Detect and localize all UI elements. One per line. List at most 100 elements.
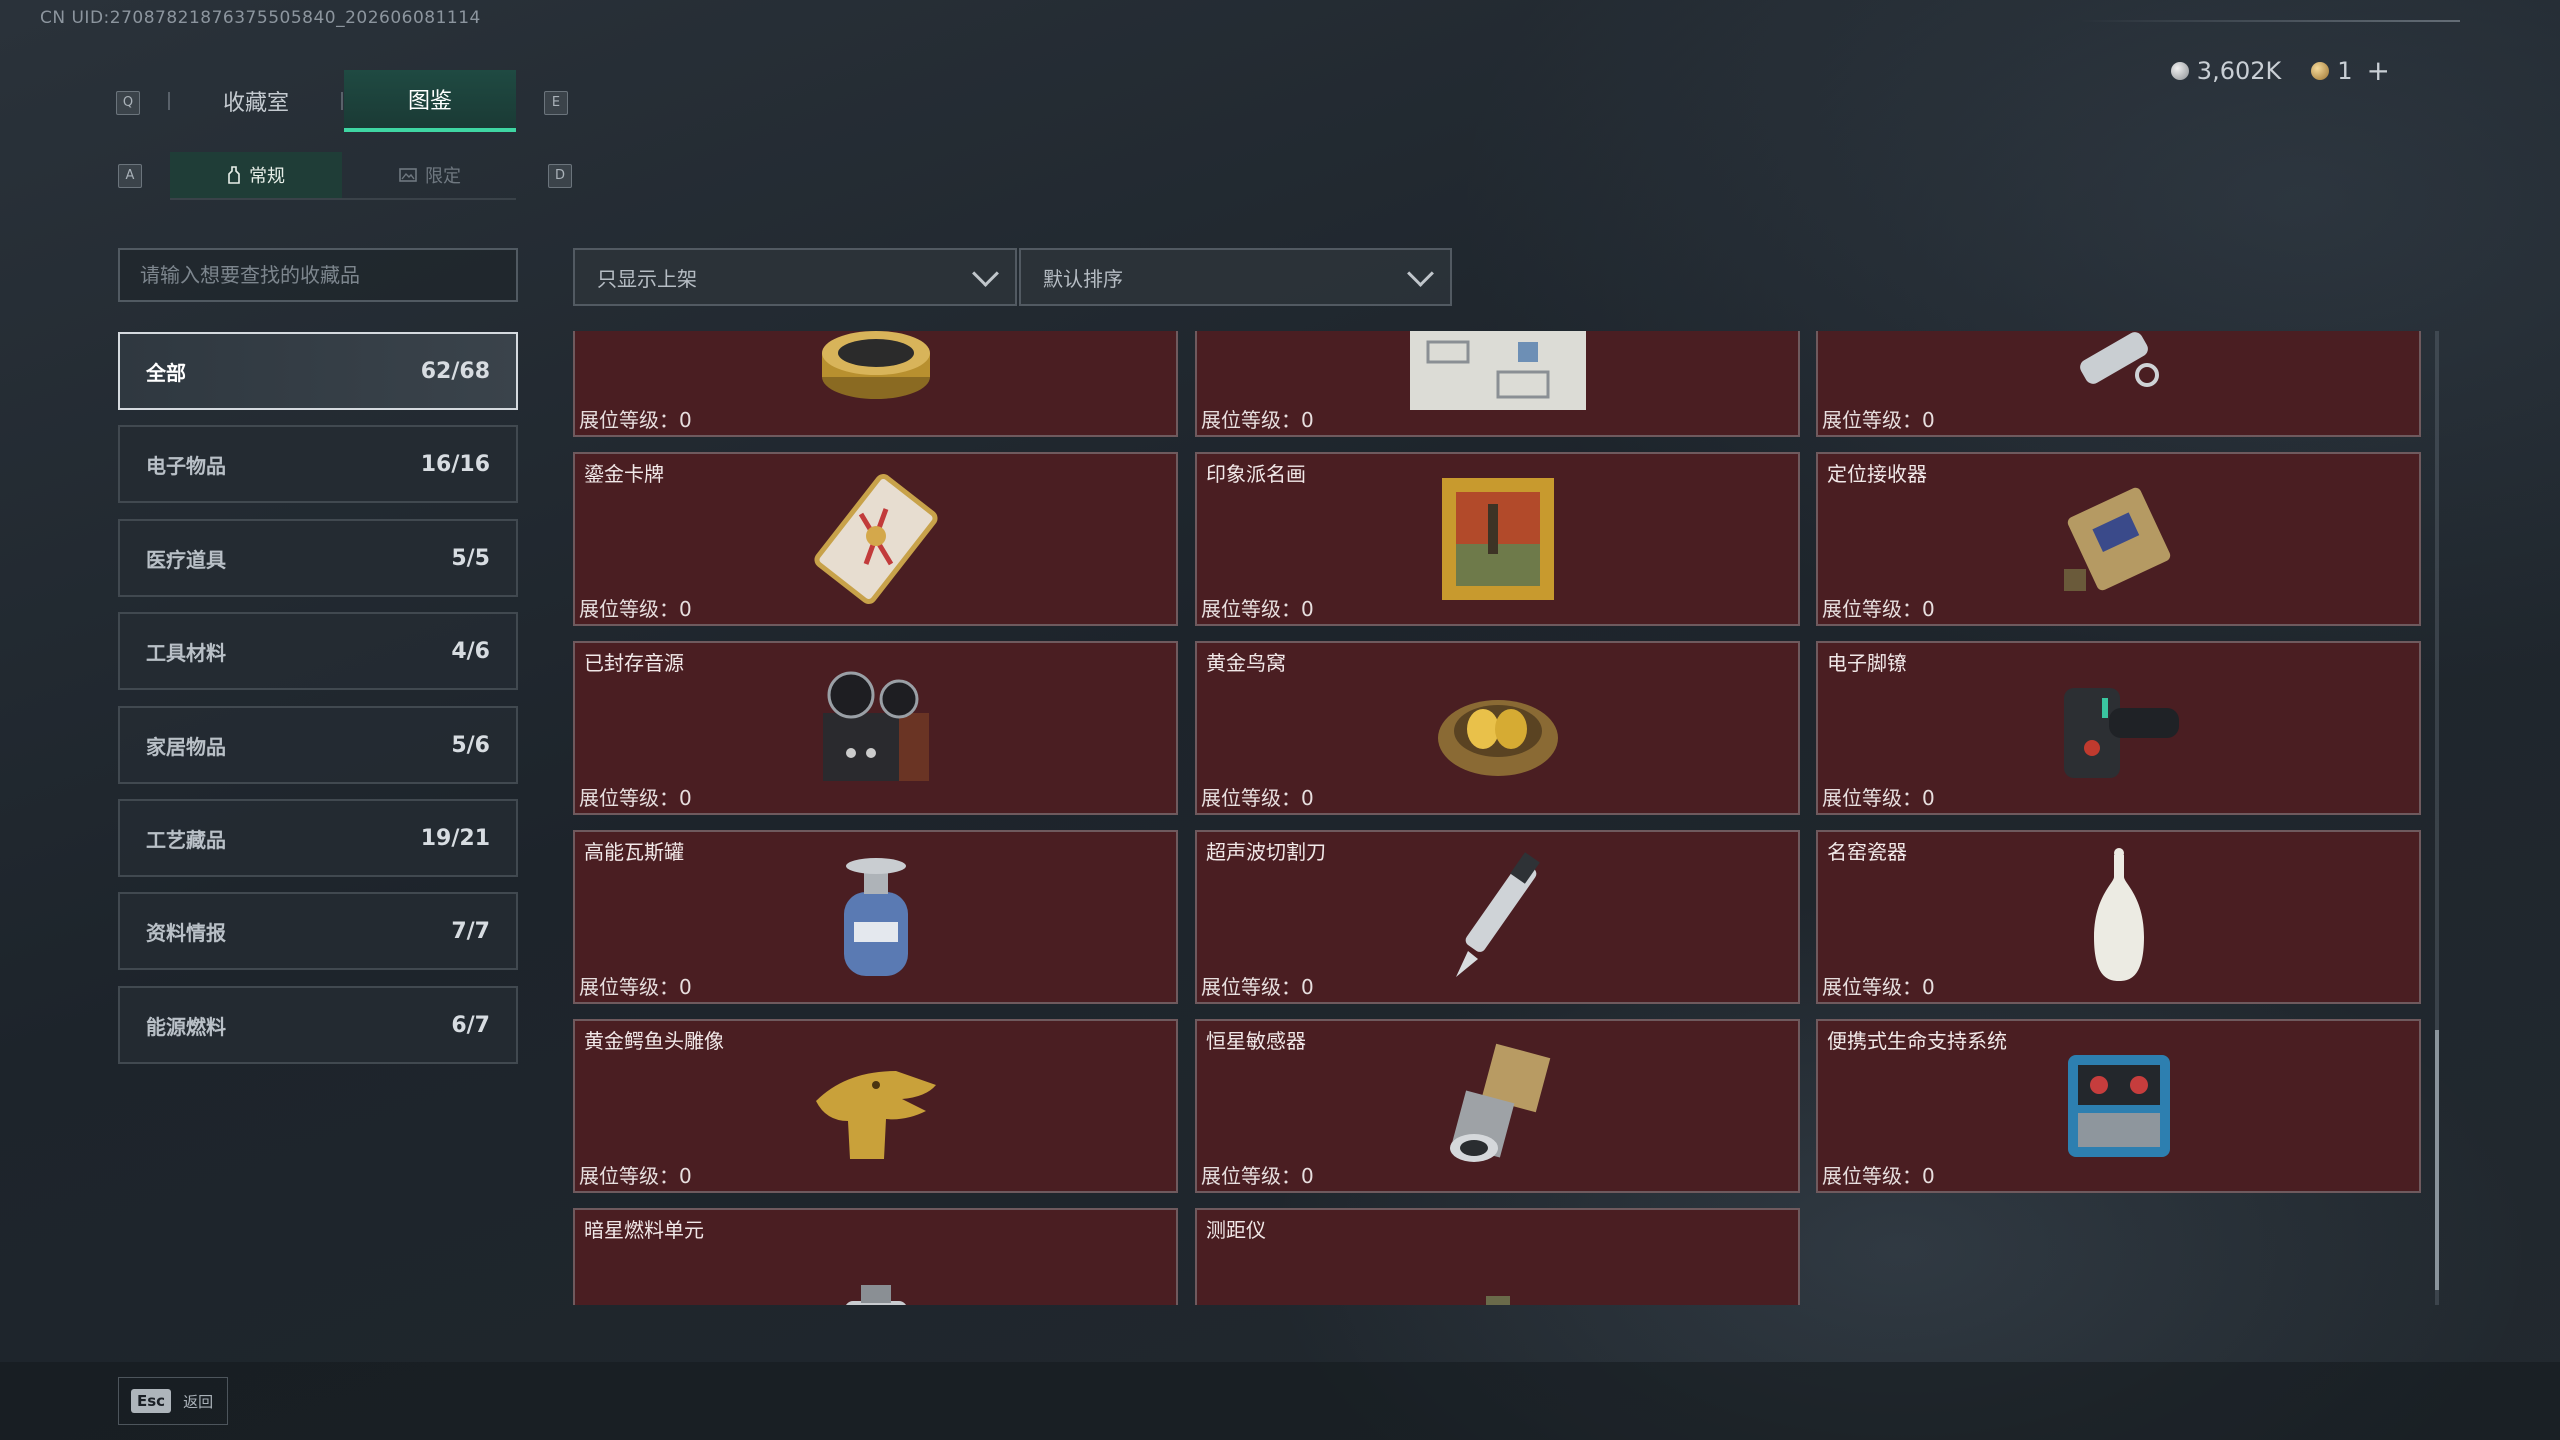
tab-limited-label: 限定 (425, 166, 461, 187)
item-name: 印象派名画 (1206, 462, 1306, 486)
gold-coin-icon (2311, 61, 2330, 80)
sort-dropdown[interactable]: 默认排序 (1019, 248, 1452, 306)
sub-tab-divider (170, 198, 516, 200)
display-filter-dropdown[interactable]: 只显示上架 (573, 248, 1017, 306)
porcelain-vase-icon (2093, 848, 2144, 981)
category-count: 4/6 (451, 638, 490, 664)
item-name: 电子脚镣 (1827, 651, 1907, 675)
item-card[interactable]: 超声波切割刀 展位等级：0 (1195, 830, 1800, 1004)
category-count: 62/68 (420, 358, 490, 384)
category-household[interactable]: 家居物品 5/6 (118, 706, 518, 784)
player-uid: CN UID:270878218763755058​40_20260608111… (40, 8, 481, 28)
category-intel[interactable]: 资料情报 7/7 (118, 892, 518, 970)
item-card[interactable]: 恒星敏感器 展位等级：0 (1195, 1019, 1800, 1193)
category-count: 7/7 (451, 918, 490, 944)
item-level: 展位等级：0 (579, 1164, 692, 1188)
item-level: 展位等级：0 (579, 975, 692, 999)
item-card[interactable]: 测距仪 (1195, 1208, 1800, 1305)
ticket-balance[interactable]: 1 + (2311, 54, 2390, 87)
item-level: 展位等级：0 (579, 408, 692, 432)
item-level: 展位等级：0 (1201, 408, 1314, 432)
back-label: 返回 (183, 1392, 214, 1411)
item-name: 超声波切割刀 (1206, 840, 1326, 864)
item-card[interactable]: 黄金鸟窝 展位等级：0 (1195, 641, 1800, 815)
item-card[interactable]: 电子脚镣 展位等级：0 (1816, 641, 2421, 815)
coin-amount: 3,602K (2196, 56, 2282, 85)
item-name: 暗星燃料单元 (584, 1218, 704, 1242)
tab-divider (341, 92, 343, 110)
category-label: 工具材料 (146, 640, 226, 665)
add-currency-icon[interactable]: + (2367, 54, 2390, 87)
tab-catalog[interactable]: 图鉴 (344, 70, 516, 132)
currency-bar: 3,602K 1 + (2170, 54, 2390, 87)
rangefinder-icon (1485, 1296, 1510, 1305)
item-card[interactable]: 黄金鳄鱼头雕像 展位等级：0 (573, 1019, 1178, 1193)
ultrasonic-cutter-icon (1455, 852, 1540, 977)
item-level: 展位等级：0 (1201, 786, 1314, 810)
tab-limited[interactable]: 限定 (344, 152, 516, 198)
silver-coin-icon (2170, 61, 2189, 80)
gas-canister-icon (843, 858, 908, 976)
item-name: 黄金鸟窝 (1206, 651, 1286, 675)
key-hint-a: A (118, 164, 142, 188)
back-button[interactable]: Esc 返回 (118, 1377, 228, 1425)
category-label: 医疗道具 (146, 547, 226, 572)
item-card[interactable]: 印象派名画 展位等级：0 (1195, 452, 1800, 626)
item-card[interactable]: 鎏金卡牌 展位等级：0 (573, 452, 1178, 626)
tab-regular[interactable]: 常规 (170, 152, 342, 198)
golden-nest-icon (1437, 700, 1558, 776)
category-count: 19/21 (420, 825, 490, 851)
item-level: 展位等级：0 (1201, 975, 1314, 999)
item-level: 展位等级：0 (579, 786, 692, 810)
category-count: 6/7 (451, 1012, 490, 1038)
chevron-down-icon (1407, 259, 1434, 287)
chevron-down-icon (972, 259, 999, 287)
item-card[interactable]: 名窑瓷器 展位等级：0 (1816, 830, 2421, 1004)
item-card[interactable]: 展位等级：0 (1816, 331, 2421, 437)
tool-device-icon (2079, 332, 2159, 388)
category-crafts[interactable]: 工艺藏品 19/21 (118, 799, 518, 877)
item-level: 展位等级：0 (1201, 1164, 1314, 1188)
limited-icon (399, 168, 417, 182)
item-name: 黄金鳄鱼头雕像 (584, 1029, 724, 1053)
gold-crocodile-head-icon (815, 1071, 936, 1159)
item-level: 展位等级：0 (1201, 597, 1314, 621)
item-level: 展位等级：0 (1822, 1164, 1935, 1188)
item-level: 展位等级：0 (1822, 597, 1935, 621)
gps-receiver-icon (2063, 487, 2170, 591)
grid-scrollbar-thumb[interactable] (2435, 1030, 2439, 1290)
display-filter-value: 只显示上架 (597, 266, 697, 291)
category-count: 5/5 (451, 545, 490, 571)
item-card[interactable]: 展位等级：0 (573, 331, 1178, 437)
search-input[interactable] (118, 248, 518, 302)
tab-regular-label: 常规 (249, 166, 285, 187)
item-level: 展位等级：0 (1822, 975, 1935, 999)
category-all[interactable]: 全部 62/68 (118, 332, 518, 410)
category-medical[interactable]: 医疗道具 5/5 (118, 519, 518, 597)
item-name: 鎏金卡牌 (584, 462, 664, 486)
item-name: 测距仪 (1206, 1218, 1266, 1242)
category-label: 家居物品 (146, 734, 226, 759)
category-label: 全部 (146, 360, 186, 385)
top-divider (2080, 20, 2460, 22)
life-support-icon (2067, 1055, 2170, 1157)
category-energy[interactable]: 能源燃料 6/7 (118, 986, 518, 1064)
category-tools[interactable]: 工具材料 4/6 (118, 612, 518, 690)
item-name: 高能瓦斯罐 (584, 840, 684, 864)
tab-collection-room[interactable]: 收藏室 (170, 70, 342, 132)
item-card[interactable]: 定位接收器 展位等级：0 (1816, 452, 2421, 626)
electronic-shackle-icon (2063, 688, 2179, 778)
category-electronics[interactable]: 电子物品 16/16 (118, 425, 518, 503)
item-grid: 展位等级：0 展位等级：0 展位等级：0 鎏金卡牌 展位等级：0 印象派名画 展… (573, 331, 2425, 1305)
item-card[interactable]: 暗星燃料单元 (573, 1208, 1178, 1305)
category-label: 资料情报 (146, 920, 226, 945)
item-card[interactable]: 高能瓦斯罐 展位等级：0 (573, 830, 1178, 1004)
item-card[interactable]: 展位等级：0 (1195, 331, 1800, 437)
item-card[interactable]: 已封存音源 展位等级：0 (573, 641, 1178, 815)
tape-recorder-icon (822, 671, 929, 781)
caviar-tin-icon (821, 331, 930, 400)
item-card[interactable]: 便携式生命支持系统 展位等级：0 (1816, 1019, 2421, 1193)
category-count: 16/16 (420, 451, 490, 477)
bottom-bar (0, 1362, 2560, 1440)
item-name: 便携式生命支持系统 (1827, 1029, 2007, 1053)
